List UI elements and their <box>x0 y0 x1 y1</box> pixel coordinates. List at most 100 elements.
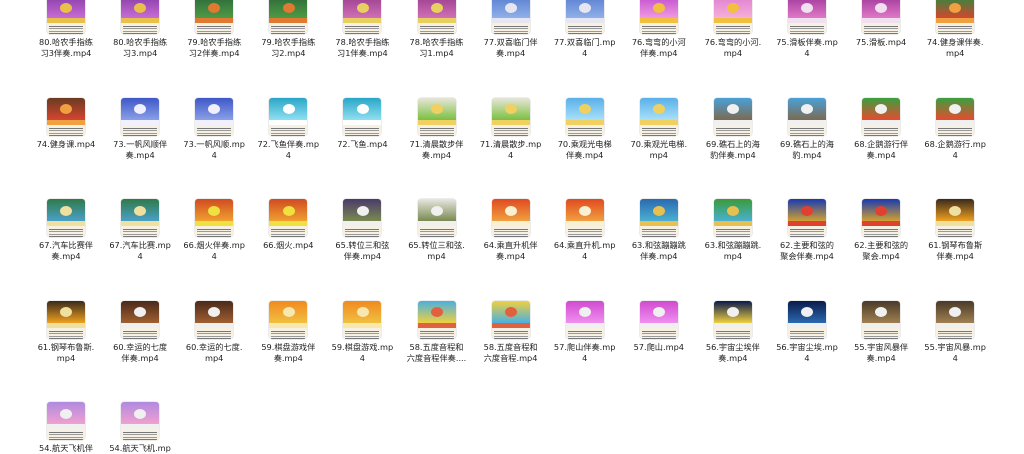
video-thumbnail[interactable] <box>269 300 308 339</box>
file-item[interactable]: 62.主要和弦的 聚会伴奏.mp4 <box>770 199 844 262</box>
file-item[interactable]: 56.宇宙尘埃伴 奏.mp4 <box>696 300 770 364</box>
video-thumbnail[interactable] <box>121 0 160 34</box>
video-thumbnail[interactable] <box>713 0 752 34</box>
file-item[interactable]: 77.双喜临门.mp 4 <box>548 0 622 59</box>
file-item[interactable]: 71.清晨散步.mp 4 <box>474 97 548 161</box>
video-thumbnail[interactable] <box>47 97 85 136</box>
video-thumbnail[interactable] <box>343 0 382 34</box>
video-thumbnail[interactable] <box>788 199 826 237</box>
video-thumbnail[interactable] <box>639 0 678 34</box>
file-item[interactable]: 75.滑板.mp4 <box>844 0 918 48</box>
file-item[interactable]: 78.哈农手指练 习1.mp4 <box>400 0 474 59</box>
video-thumbnail[interactable] <box>343 199 382 237</box>
file-item[interactable]: 68.企鹅游行伴 奏.mp4 <box>844 97 918 161</box>
file-item[interactable]: 58.五度音程和 六度音程伴奏.... <box>400 300 474 364</box>
file-item[interactable]: 56.宇宙尘埃.mp 4 <box>770 300 844 364</box>
file-item[interactable]: 70.乘观光电梯 伴奏.mp4 <box>548 97 622 161</box>
video-thumbnail[interactable] <box>491 199 530 237</box>
file-item[interactable]: 55.宇宙风暴伴 奏.mp4 <box>844 300 918 364</box>
video-thumbnail[interactable] <box>195 300 234 339</box>
video-thumbnail[interactable] <box>47 300 85 339</box>
file-item[interactable]: 62.主要和弦的 聚会.mp4 <box>844 199 918 262</box>
video-thumbnail[interactable] <box>936 199 975 237</box>
file-item[interactable]: 75.滑板伴奏.mp 4 <box>770 0 844 59</box>
video-thumbnail[interactable] <box>565 97 604 136</box>
file-item[interactable]: 59.棋盘游戏.mp 4 <box>325 300 399 364</box>
file-item[interactable]: 64.乘直升机伴 奏.mp4 <box>474 199 548 262</box>
file-item[interactable]: 67.汽车比赛.mp 4 <box>103 199 177 262</box>
file-item[interactable]: 72.飞鱼伴奏.mp 4 <box>251 97 325 161</box>
video-thumbnail[interactable] <box>862 0 901 34</box>
file-item[interactable]: 79.哈农手指练 习2.mp4 <box>251 0 325 59</box>
file-item[interactable]: 74.健身课伴奏. mp4 <box>918 0 992 59</box>
video-thumbnail[interactable] <box>491 300 530 339</box>
file-item[interactable]: 69.礁石上的海 豹.mp4 <box>770 97 844 161</box>
file-item[interactable]: 63.和弦蹦蹦跳. mp4 <box>696 199 770 262</box>
video-thumbnail[interactable] <box>195 97 234 136</box>
file-item[interactable]: 59.棋盘游戏伴 奏.mp4 <box>251 300 325 364</box>
video-thumbnail[interactable] <box>47 0 85 34</box>
file-item[interactable]: 77.双喜临门伴 奏.mp4 <box>474 0 548 59</box>
video-thumbnail[interactable] <box>639 300 678 339</box>
video-thumbnail[interactable] <box>788 97 826 136</box>
video-thumbnail[interactable] <box>713 300 752 339</box>
video-thumbnail[interactable] <box>862 199 901 237</box>
file-item[interactable]: 65.转位三和弦. mp4 <box>400 199 474 262</box>
file-item[interactable]: 61.钢琴布鲁斯. mp4 <box>29 300 103 364</box>
video-thumbnail[interactable] <box>417 199 456 237</box>
file-item[interactable]: 64.乘直升机.mp 4 <box>548 199 622 262</box>
file-item[interactable]: 60.幸运的七度 伴奏.mp4 <box>103 300 177 364</box>
video-thumbnail[interactable] <box>417 0 456 34</box>
video-thumbnail[interactable] <box>269 199 308 237</box>
file-item[interactable]: 78.哈农手指练 习1伴奏.mp4 <box>325 0 399 59</box>
video-thumbnail[interactable] <box>195 199 234 237</box>
video-thumbnail[interactable] <box>417 97 456 136</box>
video-thumbnail[interactable] <box>121 300 160 339</box>
file-item[interactable]: 72.飞鱼.mp4 <box>325 97 399 150</box>
video-thumbnail[interactable] <box>269 0 308 34</box>
file-item[interactable]: 66.烟火.mp4 <box>251 199 325 251</box>
file-item[interactable]: 61.钢琴布鲁斯 伴奏.mp4 <box>918 199 992 262</box>
file-item[interactable]: 57.爬山伴奏.mp 4 <box>548 300 622 364</box>
video-thumbnail[interactable] <box>862 300 901 339</box>
video-thumbnail[interactable] <box>788 300 826 339</box>
file-item[interactable]: 76.弯弯的小河. mp4 <box>696 0 770 59</box>
video-thumbnail[interactable] <box>121 97 160 136</box>
file-item[interactable]: 54.航天飞机.mp <box>103 402 177 454</box>
video-thumbnail[interactable] <box>417 300 456 339</box>
video-thumbnail[interactable] <box>121 402 160 440</box>
file-item[interactable]: 66.烟火伴奏.mp 4 <box>177 199 251 262</box>
file-item[interactable]: 70.乘观光电梯. mp4 <box>622 97 696 161</box>
video-thumbnail[interactable] <box>47 199 85 237</box>
file-item[interactable]: 68.企鹅游行.mp 4 <box>918 97 992 161</box>
video-thumbnail[interactable] <box>121 199 160 237</box>
file-item[interactable]: 80.哈农手指练 习3.mp4 <box>103 0 177 59</box>
video-thumbnail[interactable] <box>788 0 826 34</box>
video-thumbnail[interactable] <box>491 0 530 34</box>
video-thumbnail[interactable] <box>269 97 308 136</box>
file-item[interactable]: 76.弯弯的小河 伴奏.mp4 <box>622 0 696 59</box>
file-item[interactable]: 74.健身课.mp4 <box>29 97 103 150</box>
file-item[interactable]: 65.转位三和弦 伴奏.mp4 <box>325 199 399 262</box>
file-item[interactable]: 55.宇宙风暴.mp 4 <box>918 300 992 364</box>
file-item[interactable]: 63.和弦蹦蹦跳 伴奏.mp4 <box>622 199 696 262</box>
video-thumbnail[interactable] <box>491 97 530 136</box>
video-thumbnail[interactable] <box>565 300 604 339</box>
video-thumbnail[interactable] <box>713 97 752 136</box>
video-thumbnail[interactable] <box>862 97 901 136</box>
video-thumbnail[interactable] <box>936 0 975 34</box>
file-item[interactable]: 79.哈农手指练 习2伴奏.mp4 <box>177 0 251 59</box>
video-thumbnail[interactable] <box>47 402 85 440</box>
file-item[interactable]: 71.清晨散步伴 奏.mp4 <box>400 97 474 161</box>
file-item[interactable]: 58.五度音程和 六度音程.mp4 <box>474 300 548 364</box>
video-thumbnail[interactable] <box>936 300 975 339</box>
video-thumbnail[interactable] <box>195 0 234 34</box>
video-thumbnail[interactable] <box>343 300 382 339</box>
file-item[interactable]: 60.幸运的七度. mp4 <box>177 300 251 364</box>
file-item[interactable]: 57.爬山.mp4 <box>622 300 696 353</box>
video-thumbnail[interactable] <box>639 97 678 136</box>
file-item[interactable]: 80.哈农手指练 习3伴奏.mp4 <box>29 0 103 59</box>
file-item[interactable]: 73.一帆风顺伴 奏.mp4 <box>103 97 177 161</box>
video-thumbnail[interactable] <box>713 199 752 237</box>
video-thumbnail[interactable] <box>343 97 382 136</box>
